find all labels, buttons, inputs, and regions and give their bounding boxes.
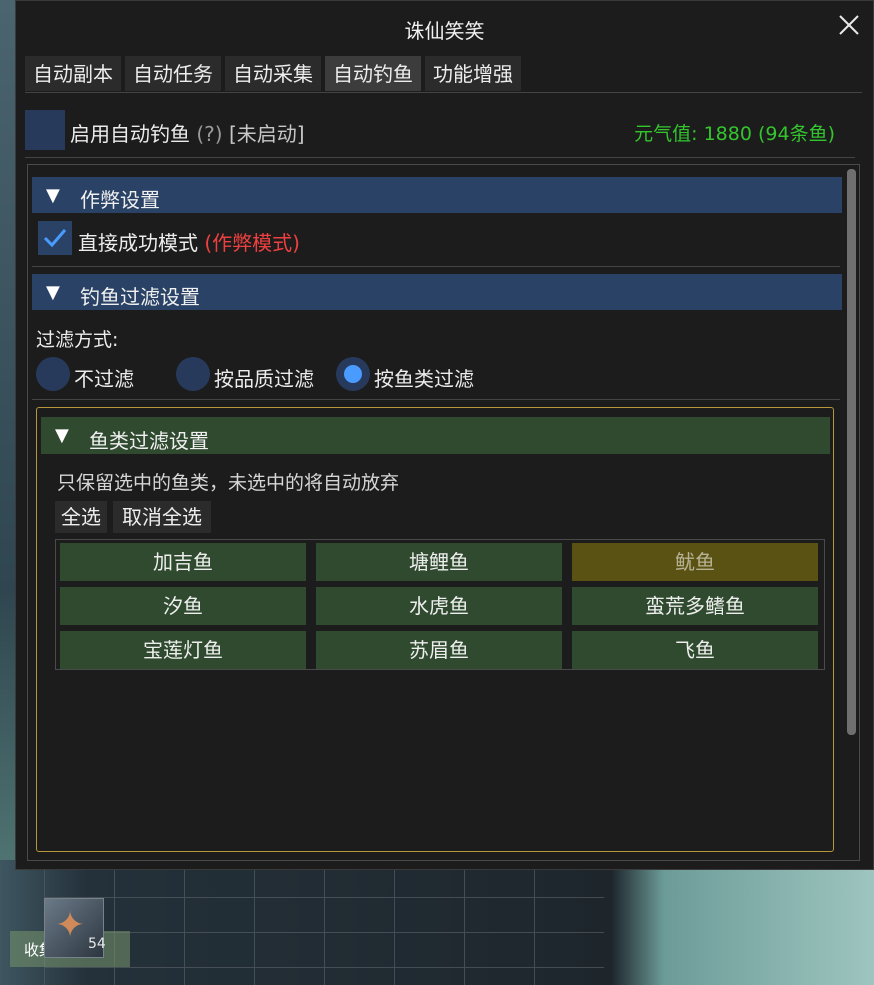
fish-filter-frame: ▼ 鱼类过滤设置 只保留选中的鱼类，未选中的将自动放弃 全选 取消全选 加吉鱼 … [36, 407, 834, 852]
tab-auto-fishing[interactable]: 自动钓鱼 [325, 56, 421, 91]
fish-toggle-button[interactable]: 飞鱼 [572, 631, 818, 669]
filter-settings-title: 钓鱼过滤设置 [80, 285, 200, 309]
tab-auto-quest[interactable]: 自动任务 [125, 56, 221, 91]
enable-fishing-checkbox[interactable] [25, 110, 65, 150]
fish-toggle-button[interactable]: 蛮荒多鳍鱼 [572, 587, 818, 625]
settings-panel: ▼ 作弊设置 直接成功模式 (作弊模式) ▼ 钓鱼过滤设置 过滤方式: 不过滤 [27, 164, 860, 861]
direct-success-checkbox[interactable] [38, 221, 72, 255]
divider [32, 266, 840, 267]
fishing-status: [未启动] [228, 122, 305, 146]
close-icon [839, 15, 859, 35]
fish-toggle-button[interactable]: 苏眉鱼 [316, 631, 562, 669]
select-all-button[interactable]: 全选 [55, 501, 107, 533]
cheat-settings-header[interactable]: ▼ 作弊设置 [32, 177, 842, 213]
fish-toggle-button[interactable]: 宝莲灯鱼 [60, 631, 306, 669]
radio-label: 按鱼类过滤 [374, 367, 474, 391]
fish-toggle-button[interactable]: 加吉鱼 [60, 543, 306, 581]
fish-toggle-button-selected[interactable]: 鱿鱼 [572, 543, 818, 581]
direct-success-label: 直接成功模式 (作弊模式) [78, 227, 300, 256]
collapse-triangle-icon: ▼ [46, 282, 60, 303]
deselect-all-button[interactable]: 取消全选 [113, 501, 211, 533]
tab-divider [25, 92, 862, 93]
window-title: 诛仙笑笑 [404, 19, 485, 43]
fish-filter-header[interactable]: ▼ 鱼类过滤设置 [41, 417, 830, 454]
tab-auto-gather[interactable]: 自动采集 [225, 56, 321, 91]
checkmark-icon [43, 229, 67, 248]
radio-selected-icon [336, 357, 370, 391]
inventory-count: 54 [88, 936, 106, 952]
cheat-mode-tag: (作弊模式) [204, 231, 300, 255]
fish-toggle-button[interactable]: 汐鱼 [60, 587, 306, 625]
squid-item-icon: ✦ [55, 905, 86, 946]
tab-auto-dungeon[interactable]: 自动副本 [25, 56, 121, 91]
scrollbar-thumb[interactable] [847, 169, 856, 735]
help-hint[interactable]: (?) [196, 122, 222, 146]
collapse-triangle-icon: ▼ [46, 185, 60, 206]
fish-toggle-button[interactable]: 塘鲤鱼 [316, 543, 562, 581]
tab-enhance[interactable]: 功能增强 [425, 56, 521, 91]
radio-label: 按品质过滤 [214, 367, 314, 391]
divider [25, 157, 855, 158]
direct-success-text: 直接成功模式 [78, 231, 198, 255]
enable-fishing-label: 启用自动钓鱼 (?) [未启动] [70, 118, 305, 147]
cheat-settings-title: 作弊设置 [80, 188, 160, 212]
fish-toggle-button[interactable]: 水虎鱼 [316, 587, 562, 625]
title-bar[interactable]: 诛仙笑笑 [16, 1, 873, 51]
fish-filter-description: 只保留选中的鱼类，未选中的将自动放弃 [57, 472, 400, 494]
divider [32, 399, 840, 400]
radio-icon [36, 357, 70, 391]
radio-label: 不过滤 [74, 367, 134, 391]
collapse-triangle-icon: ▼ [55, 425, 69, 446]
enable-label-text: 启用自动钓鱼 [70, 122, 190, 146]
close-button[interactable] [835, 11, 863, 39]
energy-value: 元气值: 1880 (94条鱼) [634, 123, 835, 145]
enable-row: 启用自动钓鱼 (?) [未启动] 元气值: 1880 (94条鱼) [25, 107, 855, 151]
main-window: 诛仙笑笑 自动副本 自动任务 自动采集 自动钓鱼 功能增强 启用自动钓鱼 (?)… [15, 0, 874, 870]
radio-icon [176, 357, 210, 391]
filter-mode-label: 过滤方式: [36, 329, 119, 351]
filter-settings-header[interactable]: ▼ 钓鱼过滤设置 [32, 274, 842, 310]
background-scene [0, 0, 16, 985]
fish-grid: 加吉鱼 塘鲤鱼 鱿鱼 汐鱼 水虎鱼 蛮荒多鳍鱼 宝莲灯鱼 苏眉鱼 飞鱼 [55, 539, 825, 670]
fish-filter-title: 鱼类过滤设置 [89, 429, 209, 453]
